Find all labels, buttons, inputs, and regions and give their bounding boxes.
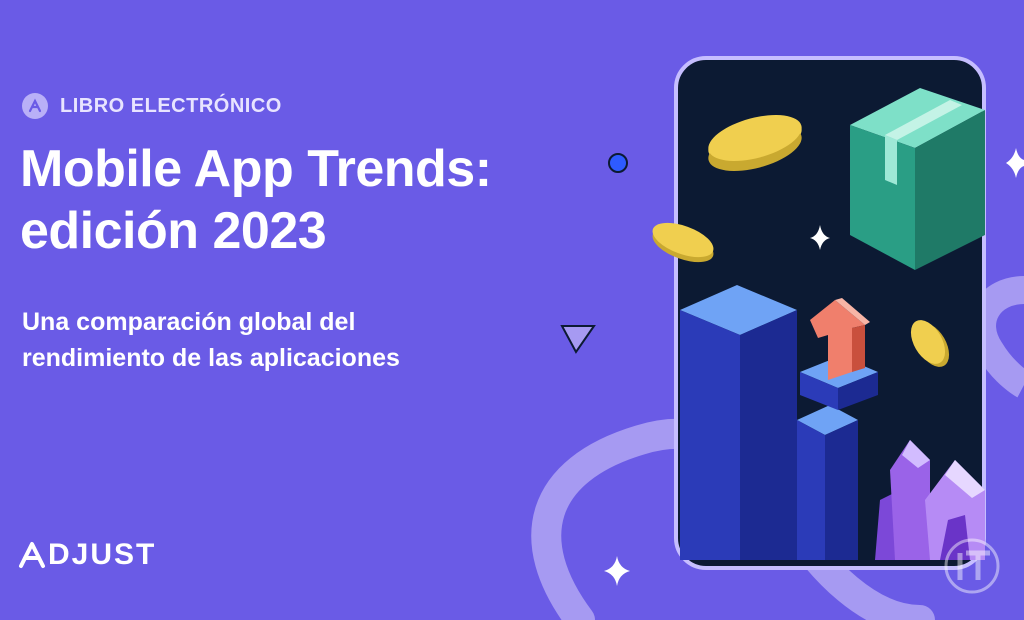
brand-wordmark: DJUST	[48, 538, 157, 571]
subtitle: Una comparación global del rendimiento d…	[22, 304, 400, 376]
cover-canvas: LIBRO ELECTRÓNICO Mobile App Trends: edi…	[0, 0, 1024, 620]
brand-logo: DJUST	[18, 538, 156, 572]
subtitle-line-2: rendimiento de las aplicaciones	[22, 344, 400, 372]
adjust-a-badge-icon	[22, 93, 48, 119]
eyebrow-label: LIBRO ELECTRÓNICO	[60, 94, 282, 117]
sparkle-icon	[1006, 148, 1024, 178]
box-icon	[850, 88, 985, 270]
page-title: Mobile App Trends: edición 2023	[20, 138, 492, 262]
triangle-icon	[560, 325, 596, 354]
sparkle-icon	[604, 556, 630, 586]
dot-icon	[608, 153, 628, 173]
ribbon-curve-right	[968, 276, 1024, 398]
subtitle-line-1: Una comparación global del	[22, 308, 356, 336]
title-line-2: edición 2023	[20, 202, 327, 260]
title-line-1: Mobile App Trends:	[20, 140, 492, 198]
adjust-a-logo-icon	[19, 542, 45, 568]
eyebrow: LIBRO ELECTRÓNICO	[22, 93, 282, 119]
